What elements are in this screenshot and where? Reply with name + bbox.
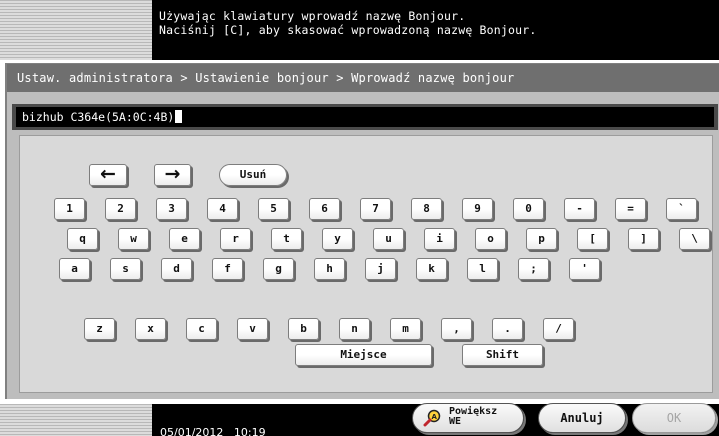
key-row3-0[interactable]: a (59, 258, 90, 280)
arrow-left-key[interactable]: ← (89, 164, 127, 186)
key-row4-5[interactable]: n (339, 318, 370, 340)
key-row2-12[interactable]: \ (679, 228, 710, 250)
input-value: bizhub C364e(5A:0C:4B) (22, 110, 175, 124)
input-wrapper: bizhub C364e(5A:0C:4B) (12, 104, 718, 130)
arrow-right-icon: → (164, 163, 181, 185)
key-row2-1[interactable]: w (118, 228, 149, 250)
zoom-label-bottom: WE (449, 416, 462, 427)
key-row1-9[interactable]: 0 (513, 198, 544, 220)
key-row3-9[interactable]: ; (518, 258, 549, 280)
arrow-right-key[interactable]: → (154, 164, 191, 186)
header-stripe (0, 0, 152, 60)
shift-key[interactable]: Shift (462, 344, 543, 366)
key-row3-8[interactable]: l (467, 258, 498, 280)
space-key[interactable]: Miejsce (295, 344, 432, 366)
instruction-line-2: Naciśnij [C], aby skasować wprowadzoną n… (159, 23, 537, 37)
bonjour-name-input[interactable]: bizhub C364e(5A:0C:4B) (16, 107, 714, 127)
key-row1-1[interactable]: 2 (105, 198, 136, 220)
input-panel: Ustaw. administratora > Ustawienie bonjo… (5, 63, 719, 399)
key-row2-8[interactable]: o (475, 228, 506, 250)
key-row2-0[interactable]: q (67, 228, 98, 250)
key-row4-9[interactable]: / (543, 318, 574, 340)
key-row4-8[interactable]: . (492, 318, 523, 340)
key-row2-5[interactable]: y (322, 228, 353, 250)
key-row3-2[interactable]: d (161, 258, 192, 280)
zoom-label: Powiększ WE (449, 407, 497, 427)
key-row3-6[interactable]: j (365, 258, 396, 280)
key-row3-4[interactable]: g (263, 258, 294, 280)
magnifier-icon: A (423, 409, 441, 427)
delete-button[interactable]: Usuń (219, 164, 287, 186)
key-row2-11[interactable]: ] (628, 228, 659, 250)
key-row1-4[interactable]: 5 (258, 198, 289, 220)
zoom-button[interactable]: A Powiększ WE (412, 403, 524, 433)
key-row4-3[interactable]: v (237, 318, 268, 340)
key-row1-7[interactable]: 8 (411, 198, 442, 220)
key-row3-1[interactable]: s (110, 258, 141, 280)
ok-button[interactable]: OK (632, 403, 716, 433)
key-row1-8[interactable]: 9 (462, 198, 493, 220)
key-row1-2[interactable]: 3 (156, 198, 187, 220)
key-row2-3[interactable]: r (220, 228, 251, 250)
breadcrumb: Ustaw. administratora > Ustawienie bonjo… (7, 64, 719, 92)
key-row4-2[interactable]: c (186, 318, 217, 340)
instruction-message: Używając klawiatury wprowadź nazwę Bonjo… (152, 0, 719, 60)
instruction-line-1: Używając klawiatury wprowadź nazwę Bonjo… (159, 9, 466, 23)
key-row4-4[interactable]: b (288, 318, 319, 340)
datetime-display: 05/01/2012 10:19 (160, 426, 266, 436)
key-row4-0[interactable]: z (84, 318, 115, 340)
key-row4-1[interactable]: x (135, 318, 166, 340)
key-row4-6[interactable]: m (390, 318, 421, 340)
onscreen-keyboard: ← → Usuń 1 2 3 4 5 6 7 8 9 0- = ` q w e r t y u i o p [] \ asd… (19, 135, 713, 393)
key-row4-7[interactable]: , (441, 318, 472, 340)
arrow-left-icon: ← (100, 163, 116, 185)
key-row2-2[interactable]: e (169, 228, 200, 250)
key-row1-5[interactable]: 6 (309, 198, 340, 220)
key-row2-6[interactable]: u (373, 228, 404, 250)
key-row2-10[interactable]: [ (577, 228, 608, 250)
key-row1-11[interactable]: = (615, 198, 646, 220)
key-row3-5[interactable]: h (314, 258, 345, 280)
key-row1-3[interactable]: 4 (207, 198, 238, 220)
key-row1-12[interactable]: ` (666, 198, 697, 220)
svg-text:A: A (432, 413, 438, 421)
text-cursor (175, 110, 183, 123)
footer-stripe (0, 404, 152, 436)
key-row3-3[interactable]: f (212, 258, 243, 280)
key-row3-10[interactable]: ' (569, 258, 600, 280)
cancel-button[interactable]: Anuluj (538, 403, 626, 433)
key-row2-7[interactable]: i (424, 228, 455, 250)
key-row1-10[interactable]: - (564, 198, 595, 220)
key-row2-9[interactable]: p (526, 228, 557, 250)
key-row2-4[interactable]: t (271, 228, 302, 250)
key-row1-6[interactable]: 7 (360, 198, 391, 220)
key-row3-7[interactable]: k (416, 258, 447, 280)
message-bar: Używając klawiatury wprowadź nazwę Bonjo… (0, 0, 719, 60)
key-row1-0[interactable]: 1 (54, 198, 85, 220)
